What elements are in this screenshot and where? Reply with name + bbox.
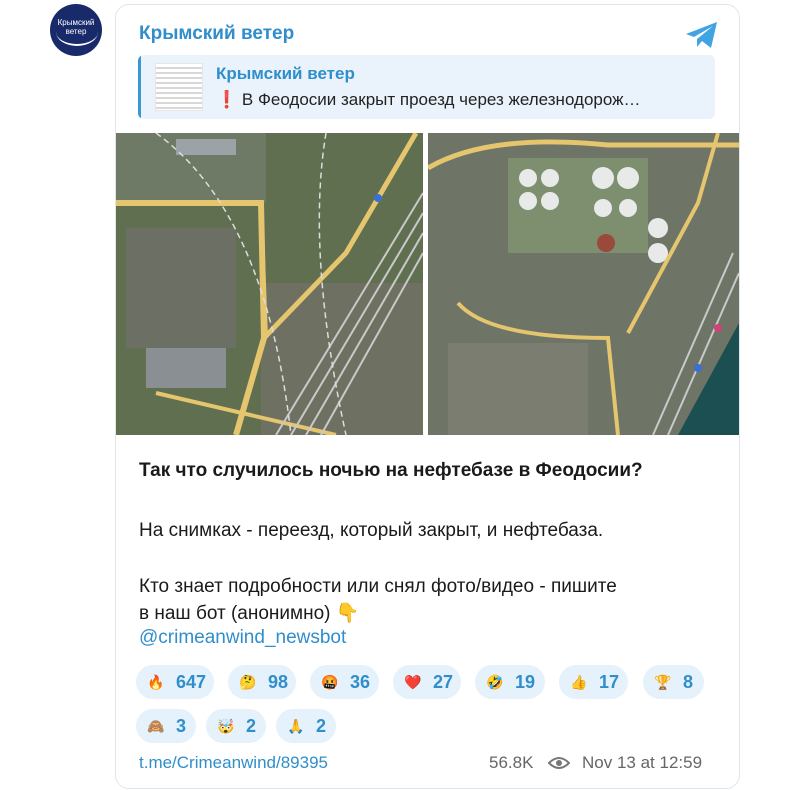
reply-accent-bar [138, 55, 141, 119]
reaction-button[interactable]: 🤯 2 [206, 709, 266, 743]
heart-icon: ❤️ [404, 674, 422, 690]
reaction-button[interactable]: 🤬 36 [310, 665, 379, 699]
reaction-count: 98 [268, 671, 289, 692]
telegram-icon[interactable] [684, 20, 720, 50]
reaction-count: 2 [316, 715, 327, 736]
reply-thumbnail [155, 63, 203, 111]
reaction-button[interactable]: 👍 17 [559, 665, 628, 699]
bot-link[interactable]: @crimeanwind_newsbot [139, 627, 346, 649]
reaction-count: 647 [176, 671, 207, 692]
reaction-button[interactable]: 🤣 19 [475, 665, 545, 699]
reaction-count: 27 [433, 671, 454, 692]
map-photo-crossing[interactable] [116, 133, 423, 435]
channel-name[interactable]: Крымский ветер [139, 23, 294, 45]
eye-icon [548, 757, 570, 769]
view-count: 56.8K [489, 753, 534, 772]
fire-icon: 🔥 [147, 674, 165, 690]
reply-text: ❗ В Феодосии закрыт проезд через железно… [216, 90, 641, 109]
reaction-count: 17 [599, 671, 620, 692]
reaction-count: 36 [350, 671, 371, 692]
rolling-laughing-icon: 🤣 [486, 674, 504, 690]
reaction-button[interactable]: ❤️ 27 [393, 665, 461, 699]
reaction-count: 2 [246, 715, 257, 736]
reaction-button[interactable]: 🤔 98 [228, 665, 296, 699]
reaction-count: 3 [176, 715, 187, 736]
channel-avatar[interactable]: Крымский ветер [50, 4, 102, 56]
map-photo-oil-depot[interactable] [428, 133, 739, 435]
thinking-face-icon: 🤔 [239, 674, 257, 690]
post-text-line: На снимках - переезд, который закрыт, и … [139, 520, 604, 541]
reaction-button[interactable]: 🙈 3 [136, 709, 196, 743]
exploding-head-icon: 🤯 [217, 718, 235, 734]
post-card: Крымский ветер Крымский ветер ❗ В Феодос… [115, 4, 740, 789]
reaction-button[interactable]: 🏆 8 [643, 665, 704, 699]
post-text-line: Кто знает подробности или снял фото/виде… [139, 576, 617, 597]
avatar-wind-arc [56, 18, 98, 46]
reaction-button[interactable]: 🔥 647 [136, 665, 214, 699]
trophy-icon: 🏆 [654, 674, 672, 690]
swearing-face-icon: 🤬 [321, 674, 339, 690]
see-no-evil-monkey-icon: 🙈 [147, 718, 165, 734]
reaction-button[interactable]: 🙏 2 [276, 709, 336, 743]
folded-hands-icon: 🙏 [287, 718, 305, 734]
post-text-line: в наш бот (анонимно) 👇 [139, 603, 360, 624]
post-link[interactable]: t.me/Crimeanwind/89395 [139, 753, 328, 773]
reaction-count: 8 [683, 671, 694, 692]
post-headline: Так что случилось ночью на нефтебазе в Ф… [139, 460, 643, 481]
thumbs-up-icon: 👍 [570, 674, 588, 690]
reaction-count: 19 [515, 671, 536, 692]
post-date: Nov 13 at 12:59 [582, 753, 703, 772]
reply-channel-name: Крымский ветер [216, 64, 355, 83]
reply-preview[interactable]: Крымский ветер ❗ В Феодосии закрыт проез… [138, 55, 715, 119]
